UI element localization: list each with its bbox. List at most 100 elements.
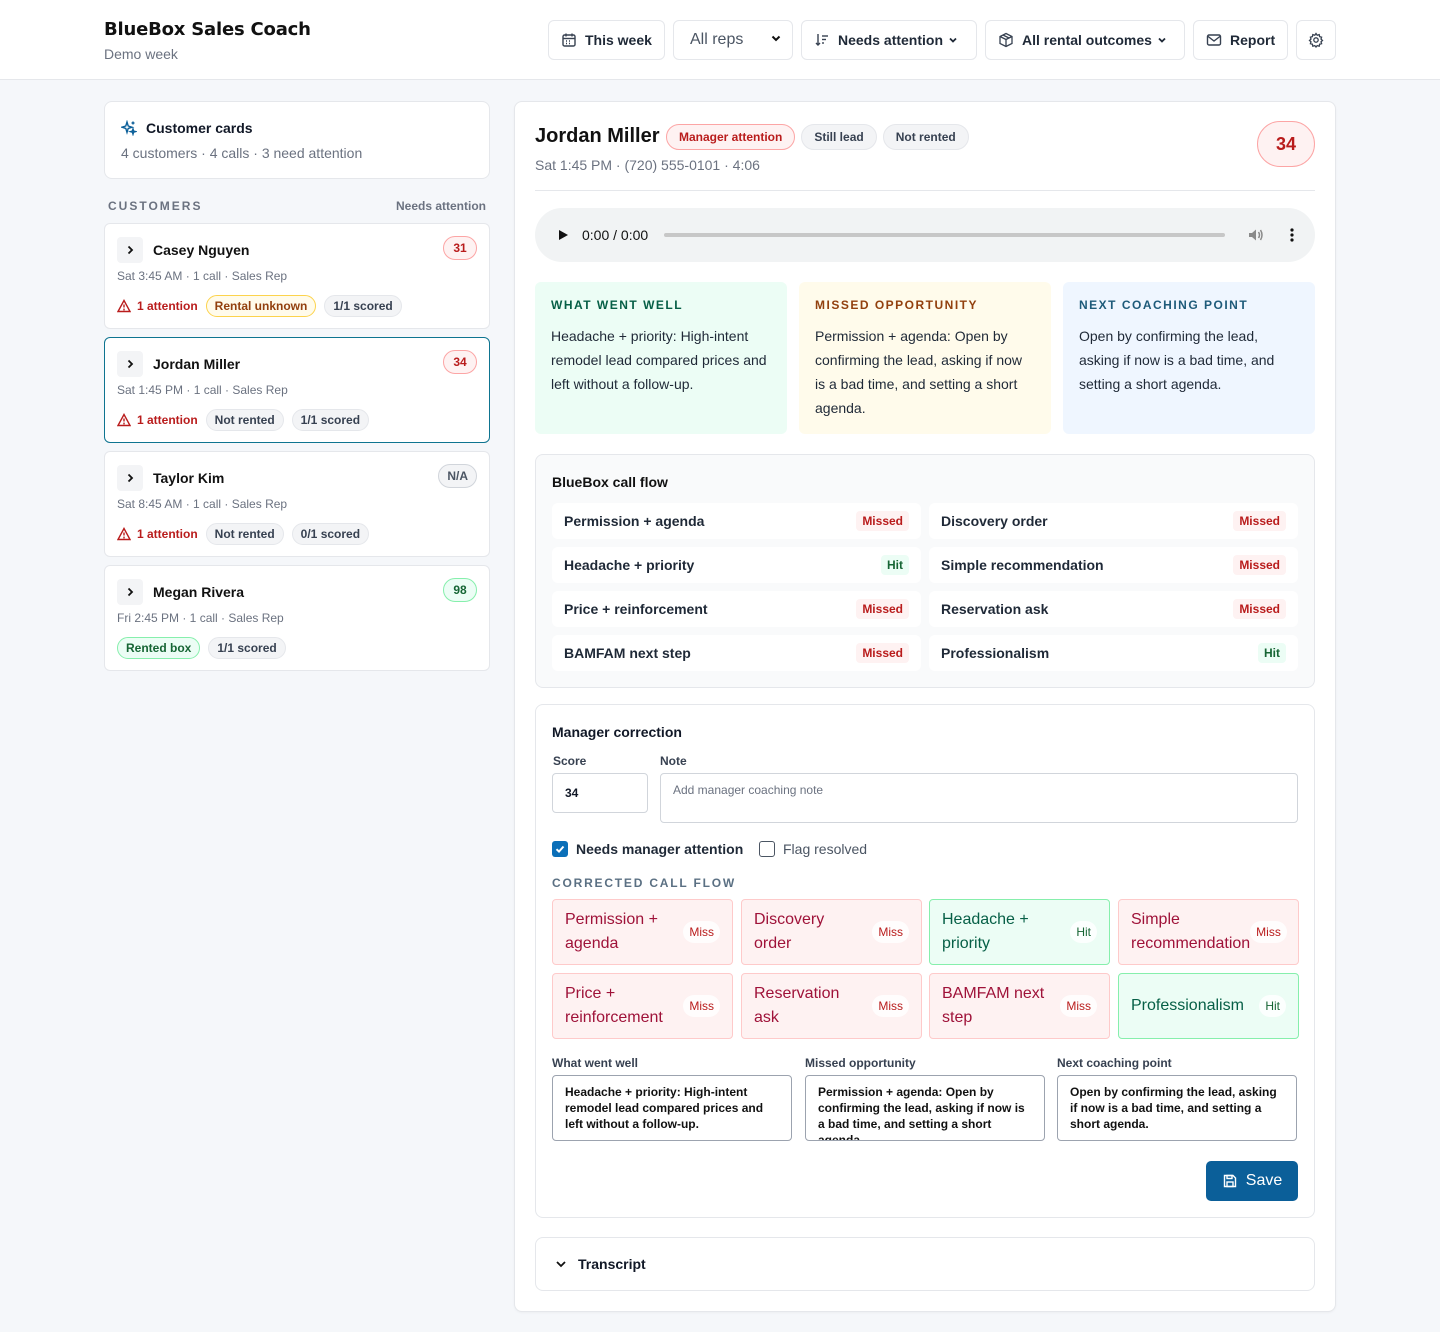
corrected-flow-label: Professionalism	[1131, 997, 1244, 1014]
customer-score-badge: 31	[443, 236, 477, 260]
summary-subtitle: 4 customers · 4 calls · 3 need attention	[121, 145, 363, 161]
next-coaching-point-label: Next coaching point	[1057, 1056, 1172, 1070]
note-textarea[interactable]: Add manager coaching note	[660, 773, 1298, 823]
call-flow-item-label: Simple recommendation	[941, 557, 1104, 573]
customer-score-badge: 34	[443, 350, 477, 374]
customer-name: Taylor Kim	[153, 470, 225, 486]
transcript-toggle[interactable]: Transcript	[535, 1237, 1315, 1291]
call-flow-item-label: Professionalism	[941, 645, 1050, 661]
save-icon	[1222, 1173, 1238, 1189]
outcome-badge: Rental unknown	[205, 295, 317, 317]
week-filter-label: This week	[585, 32, 652, 48]
week-filter-button[interactable]: This week	[548, 20, 665, 60]
call-flow-panel: BlueBox call flow Permission + agenda Mis…	[535, 454, 1315, 688]
summary-title: Customer cards	[146, 120, 253, 136]
app-title: BlueBox Sales Coach	[104, 19, 311, 40]
missed-opportunity-label: Missed opportunity	[805, 1056, 916, 1070]
lead-status-badge: Still lead	[801, 124, 877, 150]
customer-card[interactable]: Taylor Kim Sat 8:45 AM · 1 call · Sales …	[104, 451, 490, 557]
detail-customer-name: Jordan Miller	[535, 125, 660, 147]
scored-badge: 0/1 scored	[291, 523, 370, 545]
what-went-well-title: WHAT WENT WELL	[551, 298, 684, 312]
chevron-right-icon	[124, 586, 136, 598]
audio-player[interactable]: 0:00 / 0:00	[535, 208, 1315, 262]
note-label: Note	[660, 754, 687, 768]
corrected-flow-label: Headache + priority	[942, 911, 1029, 952]
expand-button[interactable]	[117, 465, 143, 491]
corrected-flow-status: Miss	[872, 921, 909, 943]
outcome-badge: Not rented	[205, 523, 284, 545]
corrected-flow-toggle[interactable]: Professionalism Hit	[1118, 973, 1299, 1039]
corrected-flow-status: Hit	[1070, 921, 1097, 943]
manager-correction-panel: Manager correction Score Note 34 Add man…	[535, 704, 1315, 1218]
customer-card[interactable]: Megan Rivera Fri 2:45 PM · 1 call · Sale…	[104, 565, 490, 671]
play-icon[interactable]	[556, 228, 570, 247]
rental-status-badge: Not rented	[882, 124, 969, 150]
sparkles-icon	[121, 120, 137, 136]
customer-detail-panel: Jordan Miller Manager attention Still le…	[514, 101, 1336, 1312]
corrected-flow-toggle[interactable]: BAMFAM next step Miss	[929, 973, 1110, 1039]
gear-icon	[1308, 32, 1324, 48]
next-coaching-point-textarea[interactable]: Open by confirming the lead, asking if n…	[1057, 1075, 1297, 1141]
call-flow-status: Hit	[1258, 643, 1286, 663]
attention-indicator: 1 attention	[117, 527, 198, 541]
corrected-flow-toggle[interactable]: Simple recommendation Miss	[1118, 899, 1299, 965]
volume-icon[interactable]	[1247, 226, 1265, 249]
call-flow-status: Missed	[1233, 555, 1286, 575]
call-flow-status: Missed	[856, 643, 909, 663]
chevron-down-icon	[770, 31, 782, 49]
needs-attention-checkbox[interactable]: Needs manager attention	[552, 841, 743, 857]
corrected-flow-status: Miss	[683, 995, 720, 1017]
transcript-label: Transcript	[578, 1256, 646, 1272]
call-flow-status: Missed	[856, 511, 909, 531]
customer-card[interactable]: Casey Nguyen Sat 3:45 AM · 1 call · Sale…	[104, 223, 490, 329]
mail-icon	[1206, 32, 1222, 48]
corrected-call-flow-title: CORRECTED CALL FLOW	[552, 876, 736, 890]
customer-name: Jordan Miller	[153, 356, 241, 372]
flag-resolved-label: Flag resolved	[783, 841, 868, 857]
expand-button[interactable]	[117, 237, 143, 263]
reps-select[interactable]: All reps	[673, 20, 793, 60]
missed-opportunity-card: MISSED OPPORTUNITY Permission + agenda: …	[799, 282, 1051, 434]
checkbox-checked-icon[interactable]	[552, 841, 568, 857]
score-label: Score	[553, 754, 587, 768]
audio-progress-bar[interactable]	[664, 233, 1225, 237]
corrected-flow-toggle[interactable]: Permission + agenda Miss	[552, 899, 733, 965]
expand-button[interactable]	[117, 579, 143, 605]
what-went-well-label: What went well	[552, 1056, 639, 1070]
report-button[interactable]: Report	[1193, 20, 1288, 60]
corrected-flow-toggle[interactable]: Discovery order Miss	[741, 899, 922, 965]
corrected-flow-status: Miss	[1060, 995, 1097, 1017]
call-flow-item-label: BAMFAM next step	[564, 645, 691, 661]
attention-indicator: 1 attention	[117, 299, 198, 313]
corrected-flow-toggle[interactable]: Price + reinforcement Miss	[552, 973, 733, 1039]
save-button[interactable]: Save	[1206, 1161, 1298, 1201]
customer-card-selected[interactable]: Jordan Miller Sat 1:45 PM · 1 call · Sal…	[104, 337, 490, 443]
call-flow-item-label: Permission + agenda	[564, 513, 705, 529]
chevron-down-icon	[1156, 34, 1168, 46]
settings-button[interactable]	[1296, 20, 1336, 60]
score-input[interactable]: 34	[552, 773, 648, 813]
call-flow-status: Missed	[1233, 599, 1286, 619]
corrected-flow-label: Reservation ask	[754, 985, 840, 1026]
detail-call-meta: Sat 1:45 PM · (720) 555-0101 · 4:06	[535, 157, 760, 173]
customer-meta: Fri 2:45 PM · 1 call · Sales Rep	[117, 611, 284, 625]
outcomes-filter-button[interactable]: All rental outcomes	[985, 20, 1185, 60]
flag-resolved-checkbox[interactable]: Flag resolved	[759, 841, 867, 857]
chevron-down-icon	[554, 1257, 568, 1271]
corrected-flow-toggle[interactable]: Reservation ask Miss	[741, 973, 922, 1039]
call-flow-item: BAMFAM next step Missed	[552, 635, 921, 671]
corrected-flow-toggle[interactable]: Headache + priority Hit	[929, 899, 1110, 965]
customers-sort-label[interactable]: Needs attention	[396, 199, 486, 213]
expand-button[interactable]	[117, 351, 143, 377]
checkbox-unchecked-icon[interactable]	[759, 841, 775, 857]
more-options-icon[interactable]	[1283, 226, 1301, 249]
corrected-flow-label: BAMFAM next step	[942, 985, 1045, 1026]
missed-opportunity-title: MISSED OPPORTUNITY	[815, 298, 979, 312]
sort-button[interactable]: Needs attention	[801, 20, 977, 60]
customer-score-badge: 98	[443, 578, 477, 602]
missed-opportunity-textarea[interactable]: Permission + agenda: Open by confirming …	[805, 1075, 1045, 1141]
what-went-well-textarea[interactable]: Headache + priority: High-intent remodel…	[552, 1075, 792, 1141]
customer-meta: Sat 3:45 AM · 1 call · Sales Rep	[117, 269, 288, 283]
call-flow-item: Price + reinforcement Missed	[552, 591, 921, 627]
